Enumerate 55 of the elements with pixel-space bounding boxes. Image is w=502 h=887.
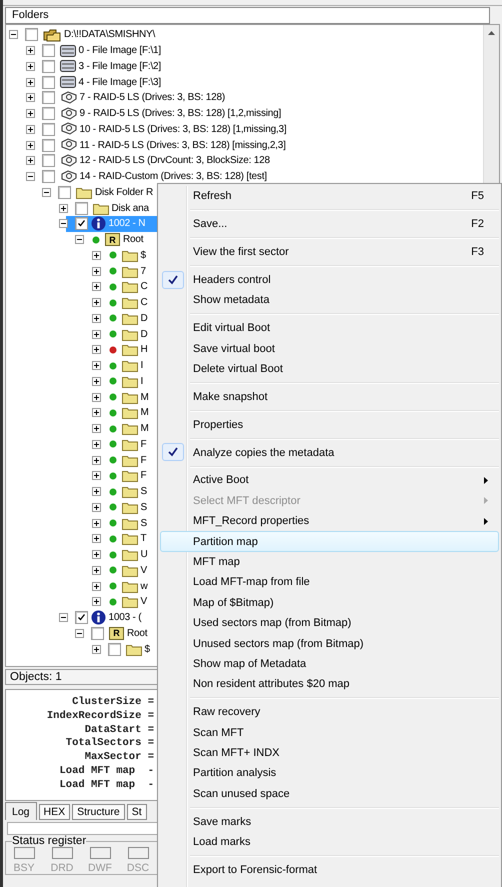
tree-label: M: [140, 407, 149, 418]
tree-label: Disk Folder R: [95, 186, 153, 198]
tree-label: I: [140, 376, 144, 387]
log-line: DataStart =: [84, 724, 154, 737]
tree-label: I: [140, 360, 144, 372]
tree-label: C: [140, 281, 148, 292]
log-line: TotalSectors =: [64, 737, 154, 752]
tree-label: V: [140, 564, 147, 576]
log-line: Load MFT map -: [58, 764, 154, 779]
indicator-label: BSY: [13, 862, 34, 874]
tree-label: D: [140, 328, 148, 340]
indicator-label: DSC: [126, 862, 150, 874]
tree-label: 7 - RAID-5 LS (Drives: 3, BS: 128): [80, 92, 225, 104]
tree-label: F: [140, 470, 146, 482]
tree-label: D: [140, 312, 148, 324]
tree-label: U: [140, 549, 148, 560]
tree-label: Root: [127, 628, 148, 639]
tree-label: F: [140, 454, 146, 466]
group-title: Status register: [12, 835, 86, 847]
tree-label: H: [140, 344, 148, 356]
panel-header: Folders: [5, 7, 490, 24]
indicator-label: DWF: [88, 862, 112, 874]
tree-label: 4 - File Image [F:\3]: [78, 76, 161, 88]
root-folder-icon: R: [105, 233, 120, 246]
tree-label: 1002 - N: [108, 218, 146, 230]
tree-label: S: [140, 518, 147, 529]
tree-label: M: [140, 392, 149, 403]
tree-label: S: [140, 486, 147, 498]
root-folder-icon: R: [109, 626, 124, 640]
tree-label: 12 - RAID-5 LS (DrvCount: 3, BlockSize: 128: [80, 155, 270, 166]
tree-label: C: [140, 297, 148, 308]
tree-label: w: [140, 580, 148, 592]
tree-label: F: [140, 438, 146, 450]
indicator-label: DRD: [50, 862, 74, 874]
tree-label: M: [140, 423, 149, 434]
tree-label: V: [140, 596, 147, 608]
tree-label: $: [140, 250, 146, 261]
tree-label: 1003 - (: [108, 612, 142, 624]
tree-label: 11 - RAID-5 LS (Drives: 3, BS: 128) [missing,2,3]: [80, 140, 286, 151]
tree-label: 3 - File Image [F:\2]: [78, 60, 161, 72]
tree-label: 10 - RAID-5 LS (Drives: 3, BS: 128) [1,missing,3]: [80, 124, 286, 135]
tree-label: $: [144, 644, 150, 655]
log-line: MaxSector =: [84, 751, 154, 765]
log-line: ClusterSize =: [71, 696, 154, 710]
tree-label: Root: [123, 234, 144, 246]
tree-label: D:\!!DATA\SMISHNY\: [64, 29, 156, 40]
log-line: IndexRecordSize =: [46, 710, 154, 724]
tree-label: Disk ana: [112, 202, 149, 214]
tree-label: T: [140, 533, 146, 544]
tree-label: 9 - RAID-5 LS (Drives: 3, BS: 128) [1,2,missing]: [80, 108, 282, 120]
tree-label: 0 - File Image [F:\1]: [78, 45, 161, 56]
tree-label: S: [140, 502, 147, 513]
tree-label: 14 - RAID-Custom (Drives: 3, BS: 128) [test]: [80, 171, 267, 182]
tree-label: 7: [140, 266, 146, 277]
log-line: Load MFT map -: [58, 778, 154, 793]
